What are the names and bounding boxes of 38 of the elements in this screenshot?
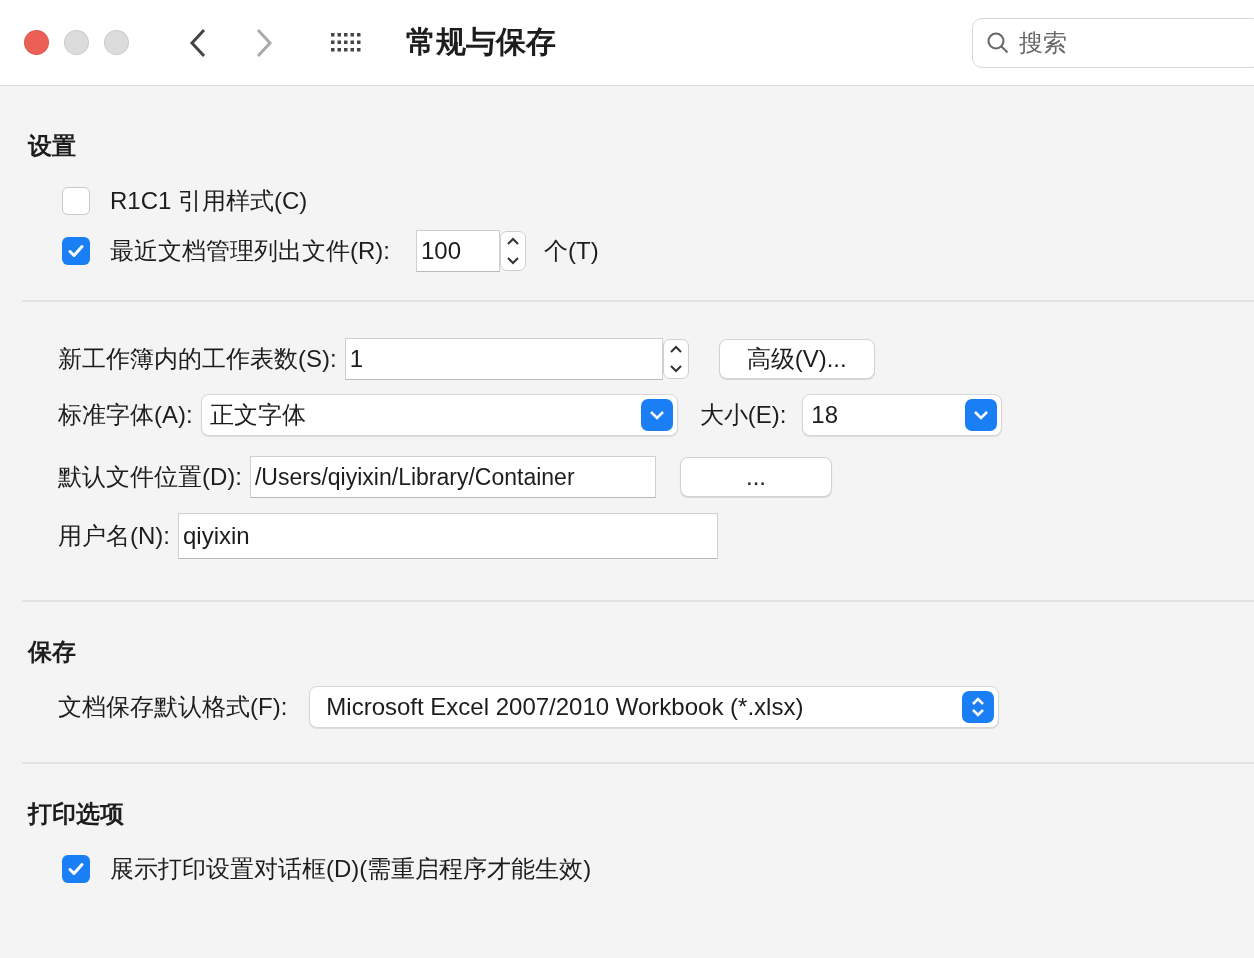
section-title: 打印选项 bbox=[28, 799, 125, 829]
field-label: 默认文件位置(D): bbox=[58, 462, 242, 492]
window-title: 常规与保存 bbox=[406, 24, 556, 60]
field-label: 标准字体(A): bbox=[58, 400, 193, 430]
section-title: 保存 bbox=[28, 637, 77, 667]
font-select[interactable]: 正文字体 bbox=[200, 394, 678, 436]
field-label: 用户名(N): bbox=[58, 521, 170, 551]
field-label: 大小(E): bbox=[699, 400, 787, 430]
username-field[interactable]: qiyixin bbox=[178, 513, 718, 559]
checkbox[interactable] bbox=[62, 237, 90, 265]
search-icon bbox=[986, 30, 1010, 55]
advanced-button[interactable]: 高级(V)... bbox=[718, 339, 875, 379]
chevron-down-icon[interactable] bbox=[668, 364, 683, 373]
path-field[interactable]: /Users/qiyixin/Library/Container bbox=[250, 456, 656, 498]
number-field[interactable]: 1 bbox=[344, 338, 663, 380]
chevron-up-icon[interactable] bbox=[668, 345, 683, 354]
size-select[interactable]: 18 bbox=[802, 394, 1003, 436]
format-select[interactable]: Microsoft Excel 2007/2010 Workbook (*.xlsx) bbox=[309, 686, 1000, 728]
option-label: R1C1 引用样式(C) bbox=[110, 186, 308, 216]
chevron-down-icon[interactable] bbox=[506, 256, 520, 265]
number-field[interactable]: 100 bbox=[416, 230, 500, 272]
browse-button[interactable]: ... bbox=[680, 457, 832, 497]
up-down-chevron-icon[interactable] bbox=[962, 691, 995, 723]
field-label: 文档保存默认格式(F): bbox=[58, 692, 288, 722]
stepper[interactable] bbox=[662, 339, 689, 379]
option-label: 展示打印设置对话框(D)(需重启程序才能生效) bbox=[110, 854, 592, 884]
option-label: 最近文档管理列出文件(R): bbox=[110, 236, 390, 266]
search-field[interactable]: 搜索 bbox=[972, 17, 1254, 68]
field-label: 新工作簿内的工作表数(S): bbox=[58, 344, 337, 374]
close-button[interactable] bbox=[24, 30, 49, 55]
back-chevron-icon[interactable] bbox=[189, 27, 207, 58]
stepper[interactable] bbox=[500, 231, 526, 271]
chevron-up-icon[interactable] bbox=[506, 237, 520, 246]
checkbox[interactable] bbox=[62, 187, 90, 215]
forward-chevron-icon[interactable] bbox=[255, 27, 273, 58]
unit-label: 个(T) bbox=[544, 236, 599, 266]
checkbox[interactable] bbox=[62, 855, 90, 883]
section-title: 设置 bbox=[28, 131, 77, 161]
